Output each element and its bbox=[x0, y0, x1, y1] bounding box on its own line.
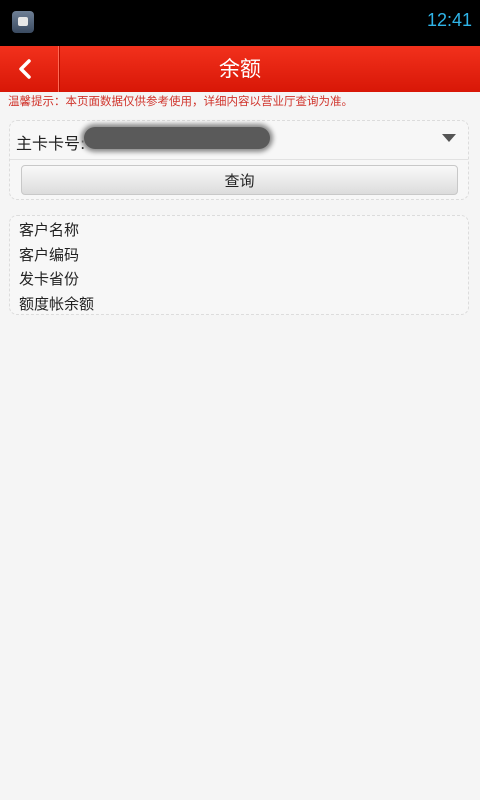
camera-app-icon bbox=[12, 11, 34, 33]
status-bar: 12:41 bbox=[0, 0, 480, 46]
page-title: 余额 bbox=[219, 57, 261, 81]
chevron-left-icon bbox=[19, 59, 31, 79]
credit-balance-label: 额度帐余额 bbox=[19, 295, 95, 313]
divider bbox=[10, 159, 468, 160]
info-card: 客户名称 客户编码 发卡省份 额度帐余额 bbox=[9, 215, 469, 315]
tip-text: 温馨提示：本页面数据仅供参考使用，详细内容以营业厅查询为准。 bbox=[8, 94, 353, 108]
query-button[interactable]: 查询 bbox=[21, 165, 458, 195]
back-button[interactable] bbox=[0, 46, 59, 92]
query-card: 主卡卡号: 查询 bbox=[9, 120, 469, 200]
customer-name-label: 客户名称 bbox=[19, 221, 80, 239]
title-bar: 余额 bbox=[0, 46, 480, 92]
card-number-label: 主卡卡号: bbox=[16, 134, 86, 153]
issuing-province-label: 发卡省份 bbox=[19, 270, 80, 288]
status-time: 12:41 bbox=[426, 10, 472, 30]
card-number-value[interactable] bbox=[84, 127, 270, 149]
customer-code-label: 客户编码 bbox=[19, 246, 80, 264]
caret-down-icon[interactable] bbox=[442, 134, 456, 142]
